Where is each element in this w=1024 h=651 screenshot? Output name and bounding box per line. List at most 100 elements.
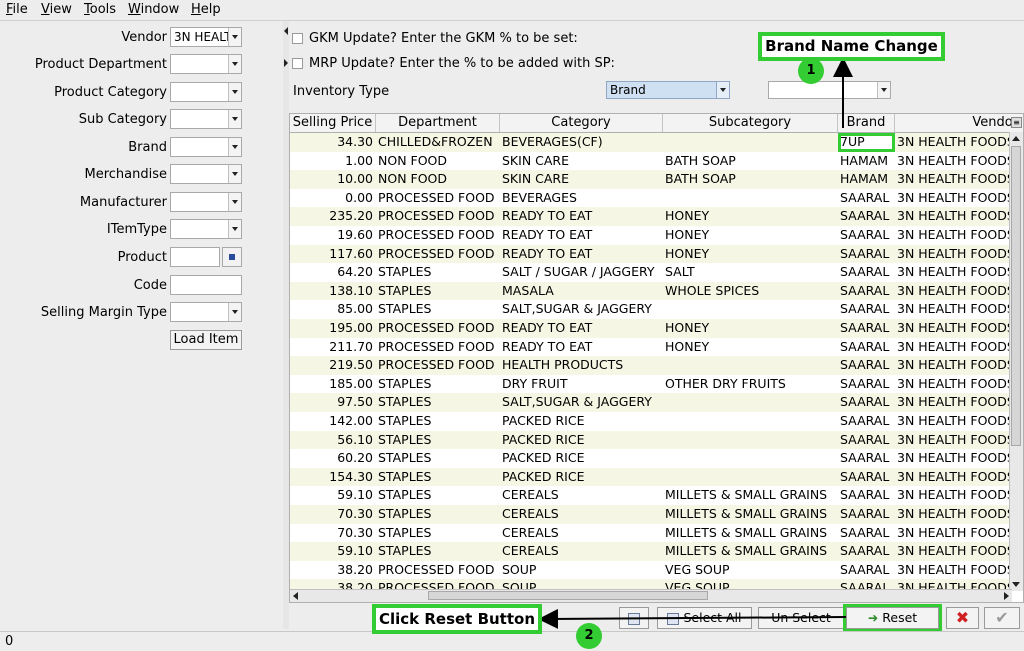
cell-category[interactable]: READY TO EAT [500,338,663,357]
col-subcategory[interactable]: Subcategory [663,114,838,132]
cell-vendor[interactable]: 3N HEALTH FOODS [895,207,1012,226]
cell-selling-price[interactable]: 56.10 [290,431,376,450]
cell-brand[interactable]: SAARAL [838,226,895,245]
cell-brand[interactable]: SAARAL [838,375,895,394]
cell-department[interactable]: STAPLES [376,449,500,468]
cell-subcategory[interactable]: SALT [663,263,838,282]
manufacturer-combo[interactable] [170,192,242,212]
load-item-button[interactable]: Load Item [170,330,242,350]
cell-department[interactable]: PROCESSED FOOD [376,338,500,357]
cell-category[interactable]: PACKED RICE [500,468,663,487]
ok-button[interactable]: ✔ [984,607,1020,629]
cell-department[interactable]: CHILLED&FROZEN [376,133,500,152]
cell-department[interactable]: STAPLES [376,468,500,487]
cell-brand[interactable]: SAARAL [838,393,895,412]
cell-brand[interactable]: 7UP [838,133,895,152]
subcategory-combo[interactable] [170,109,242,129]
cell-department[interactable]: STAPLES [376,300,500,319]
cell-vendor[interactable]: 3N HEALTH FOODS [895,486,1012,505]
col-department[interactable]: Department [376,114,500,132]
table-row[interactable]: 56.10 STAPLES PACKED RICE SAARAL 3N HEALTH F… [290,430,1012,450]
brand-combo[interactable] [170,137,242,157]
cell-selling-price[interactable]: 235.20 [290,207,376,226]
cell-subcategory[interactable] [663,449,838,468]
cell-subcategory[interactable]: VEG SOUP [663,561,838,580]
cell-department[interactable]: PROCESSED FOOD [376,245,500,264]
cell-brand[interactable]: SAARAL [838,207,895,226]
cell-department[interactable]: PROCESSED FOOD [376,207,500,226]
cell-category[interactable]: CEREALS [500,505,663,524]
scroll-up-icon[interactable] [1012,136,1020,141]
cell-selling-price[interactable]: 64.20 [290,263,376,282]
cell-vendor[interactable]: 3N HEALTH FOODS [895,542,1012,561]
cell-department[interactable]: NON FOOD [376,170,500,189]
chevron-down-icon[interactable] [228,138,241,156]
cell-department[interactable]: PROCESSED FOOD [376,319,500,338]
cell-subcategory[interactable]: HONEY [663,226,838,245]
cell-brand[interactable]: SAARAL [838,449,895,468]
cell-selling-price[interactable]: 70.30 [290,505,376,524]
menu-window[interactable]: Window [128,2,179,17]
cell-subcategory[interactable] [663,431,838,450]
cell-subcategory[interactable]: MILLETS & SMALL GRAINS [663,542,838,561]
table-row[interactable]: 117.60 PROCESSED FOOD READY TO EAT HONEY SAA… [290,244,1012,264]
cell-department[interactable]: STAPLES [376,263,500,282]
cell-vendor[interactable]: 3N HEALTH FOODS [895,152,1012,171]
cell-selling-price[interactable]: 60.20 [290,449,376,468]
table-row[interactable]: 85.00 STAPLES SALT,SUGAR & JAGGERY SAARAL 3N… [290,300,1012,319]
cell-department[interactable]: STAPLES [376,282,500,301]
menu-view[interactable]: View [41,2,72,17]
cell-vendor[interactable]: 3N HEALTH FOODS [895,468,1012,487]
vendor-combo[interactable]: 3N HEALTH [170,27,242,47]
vertical-scrollbar[interactable] [1009,132,1023,591]
cell-selling-price[interactable]: 117.60 [290,245,376,264]
cell-category[interactable]: BEVERAGES [500,189,663,208]
cell-subcategory[interactable] [663,412,838,431]
cell-vendor[interactable]: 3N HEALTH FOODS [895,375,1012,394]
cell-vendor[interactable]: 3N HEALTH FOODS [895,412,1012,431]
cell-vendor[interactable]: 3N HEALTH FOODS [895,524,1012,543]
cell-category[interactable]: READY TO EAT [500,319,663,338]
chevron-down-icon[interactable] [228,83,241,101]
menu-help[interactable]: Help [191,2,221,17]
table-row[interactable]: 34.30 CHILLED&FROZEN BEVERAGES(CF) 7UP 3N HE… [290,133,1012,152]
cell-selling-price[interactable]: 70.30 [290,524,376,543]
horizontal-scrollbar[interactable] [290,589,1012,602]
cell-brand[interactable]: SAARAL [838,300,895,319]
cell-brand[interactable]: SAARAL [838,282,895,301]
cell-subcategory[interactable] [663,189,838,208]
cell-selling-price[interactable]: 138.10 [290,282,376,301]
cell-category[interactable]: SOUP [500,561,663,580]
col-brand[interactable]: Brand [838,114,895,132]
cell-brand[interactable]: SAARAL [838,486,895,505]
cell-department[interactable]: PROCESSED FOOD [376,189,500,208]
itemtype-combo[interactable] [170,219,242,239]
cell-category[interactable]: SKIN CARE [500,152,663,171]
table-row[interactable]: 185.00 STAPLES DRY FRUIT OTHER DRY FRUITS SA… [290,374,1012,394]
reset-button[interactable]: ➜ Reset [843,604,942,632]
cell-brand[interactable]: SAARAL [838,263,895,282]
select-all-button[interactable]: Select All [657,607,752,629]
cell-category[interactable]: PACKED RICE [500,431,663,450]
cell-brand[interactable]: SAARAL [838,524,895,543]
col-vendor[interactable]: Vendor [895,114,1023,132]
table-row[interactable]: 70.30 STAPLES CEREALS MILLETS & SMALL GRAIN… [290,523,1012,543]
cell-vendor[interactable]: 3N HEALTH FOODS [895,356,1012,375]
cell-selling-price[interactable]: 38.20 [290,561,376,580]
cell-vendor[interactable]: 3N HEALTH FOODS [895,189,1012,208]
cell-department[interactable]: PROCESSED FOOD [376,356,500,375]
cell-selling-price[interactable]: 10.00 [290,170,376,189]
cell-brand[interactable]: HAMAM [838,170,895,189]
cell-vendor[interactable]: 3N HEALTH FOODS [895,245,1012,264]
cell-department[interactable]: STAPLES [376,412,500,431]
cell-category[interactable]: MASALA [500,282,663,301]
chevron-down-icon[interactable] [228,303,241,321]
cell-brand[interactable]: SAARAL [838,356,895,375]
selling-margin-type-combo[interactable] [170,302,242,322]
cell-vendor[interactable]: 3N HEALTH FOODS [895,300,1012,319]
product-field[interactable] [170,247,220,267]
cell-brand[interactable]: SAARAL [838,189,895,208]
table-row[interactable]: 195.00 PROCESSED FOOD READY TO EAT HONEY SAA… [290,319,1012,338]
table-row[interactable]: 38.20 PROCESSED FOOD SOUP VEG SOUP SAARAL 3N … [290,560,1012,580]
cell-department[interactable]: STAPLES [376,393,500,412]
